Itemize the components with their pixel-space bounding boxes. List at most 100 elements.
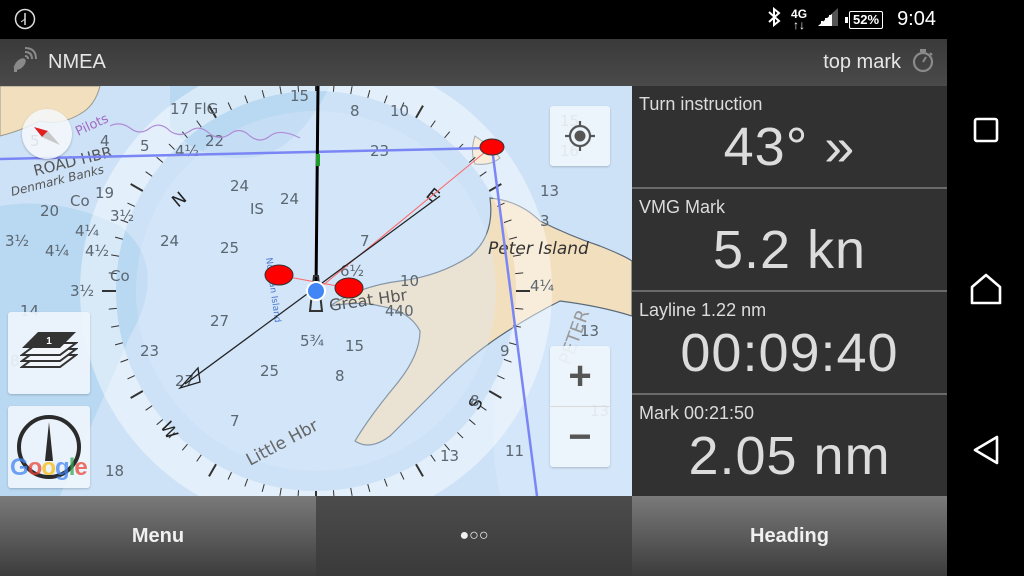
stopwatch-icon[interactable] <box>911 47 935 79</box>
heading-button[interactable]: Heading <box>632 496 947 576</box>
svg-text:3½: 3½ <box>70 282 94 300</box>
svg-text:3: 3 <box>540 212 550 230</box>
compass-tick <box>515 272 524 275</box>
svg-text:8: 8 <box>335 367 345 385</box>
svg-text:IS: IS <box>250 200 264 218</box>
clock: 9:04 <box>897 8 936 30</box>
4g-data-icon: 4G ↑↓ <box>791 6 808 32</box>
chart-map[interactable]: N E S W 20Co19 3½4¼3½ 4¼4½3½ 142425 2424… <box>0 86 632 496</box>
svg-text:7: 7 <box>230 412 240 430</box>
minus-icon: − <box>568 415 592 459</box>
signal-icon <box>817 7 839 32</box>
instrument-value: 00:09:40 <box>680 323 899 383</box>
home-button[interactable] <box>969 272 1003 306</box>
svg-text:4¼: 4¼ <box>45 242 70 260</box>
heading-label: Heading <box>750 524 829 547</box>
svg-text:Co: Co <box>110 267 130 285</box>
svg-text:5¾: 5¾ <box>300 332 325 350</box>
home-icon <box>970 273 1002 305</box>
compass-tick <box>515 307 524 310</box>
compass-tick <box>108 307 117 310</box>
satellite-dish-icon <box>10 46 38 80</box>
svg-text:Co: Co <box>70 192 90 210</box>
title-bar: NMEA top mark <box>0 39 947 86</box>
svg-text:24: 24 <box>280 190 299 208</box>
svg-text:3½: 3½ <box>110 207 134 225</box>
svg-text:11: 11 <box>505 442 524 460</box>
svg-text:4½: 4½ <box>85 242 109 260</box>
instrument-label: Turn instruction <box>639 94 763 114</box>
svg-text:8: 8 <box>350 102 360 120</box>
svg-text:10: 10 <box>390 102 409 120</box>
svg-text:24: 24 <box>230 177 249 195</box>
svg-text:27: 27 <box>210 312 229 330</box>
instrument-label: VMG Mark <box>639 197 726 217</box>
back-button[interactable] <box>969 433 1003 467</box>
my-location-icon <box>565 121 595 151</box>
svg-text:13: 13 <box>440 447 459 465</box>
mark-name: top mark <box>823 51 901 73</box>
instrument-vmg-mark[interactable]: VMG Mark 5.2 kn <box>632 189 947 292</box>
bluetooth-icon <box>767 6 781 32</box>
layers-badge: 1 <box>46 336 52 347</box>
instrument-value: 5.2 kn <box>712 220 867 280</box>
status-bar: 4G ↑↓ 52% 9:04 <box>0 0 1024 39</box>
compass-arrow-icon[interactable] <box>22 109 72 159</box>
svg-text:18: 18 <box>105 462 124 480</box>
back-icon <box>973 435 999 465</box>
heading-line <box>314 86 320 292</box>
boat-position <box>306 281 326 301</box>
svg-text:20: 20 <box>40 202 59 220</box>
svg-text:5: 5 <box>140 137 150 155</box>
svg-text:4½: 4½ <box>175 142 199 160</box>
zoom-out-button[interactable]: − <box>550 407 610 467</box>
instrument-label: Mark 00:21:50 <box>639 403 755 423</box>
heading-marker <box>316 154 320 166</box>
instrument-mark-distance[interactable]: Mark 00:21:50 2.05 nm <box>632 395 947 496</box>
plus-icon: + <box>568 354 592 398</box>
layers-icon: 1 <box>20 332 78 368</box>
bottom-bar: Menu ●○○ Heading <box>0 496 947 576</box>
instrument-turn-instruction[interactable]: Turn instruction 43° » <box>632 86 947 189</box>
layers-button[interactable]: 1 <box>8 312 90 394</box>
battery-icon: 52% <box>845 10 884 29</box>
svg-text:8: 8 <box>470 392 480 410</box>
svg-text:23: 23 <box>140 342 159 360</box>
network-type: 4G <box>791 6 808 21</box>
nautical-chart: N E S W 20Co19 3½4¼3½ 4¼4½3½ 142425 2424… <box>0 86 632 496</box>
svg-text:13: 13 <box>540 182 559 200</box>
svg-text:19: 19 <box>95 184 114 202</box>
instrument-value: 2.05 nm <box>688 426 891 486</box>
recents-button[interactable] <box>969 113 1003 147</box>
svg-text:4¼: 4¼ <box>530 277 555 295</box>
instrument-layline[interactable]: Layline 1.22 nm 00:09:40 <box>632 292 947 395</box>
system-nav-bar <box>947 39 1024 576</box>
google-attribution: Google <box>10 454 88 481</box>
svg-text:25: 25 <box>220 239 239 257</box>
zoom-in-button[interactable]: + <box>550 346 610 406</box>
instrument-panel: Turn instruction 43° » VMG Mark 5.2 kn L… <box>632 86 947 496</box>
source-title: NMEA <box>48 51 106 73</box>
battery-level: 52% <box>853 11 880 27</box>
recents-icon <box>973 117 999 143</box>
info-clock-icon <box>14 8 36 30</box>
start-mark-starboard[interactable] <box>334 277 364 299</box>
data-source-button[interactable]: NMEA <box>10 39 106 86</box>
svg-text:15: 15 <box>290 87 309 105</box>
mark-selector[interactable]: top mark <box>823 39 935 86</box>
top-mark[interactable] <box>479 138 505 156</box>
svg-text:4¼: 4¼ <box>75 222 100 240</box>
svg-text:22: 22 <box>205 132 224 150</box>
my-location-button[interactable] <box>550 106 610 166</box>
page-indicator: ●○○ <box>459 527 489 544</box>
svg-text:6½: 6½ <box>340 262 364 280</box>
instrument-label: Layline 1.22 nm <box>639 300 767 320</box>
svg-text:17 FlG: 17 FlG <box>170 100 218 118</box>
menu-label: Menu <box>131 524 185 547</box>
svg-text:15: 15 <box>345 337 364 355</box>
start-mark-port[interactable] <box>264 264 294 286</box>
svg-text:9: 9 <box>500 342 510 360</box>
menu-button[interactable]: Menu <box>0 496 316 576</box>
svg-text:7: 7 <box>360 232 370 250</box>
page-indicator-button[interactable]: ●○○ <box>316 496 632 576</box>
